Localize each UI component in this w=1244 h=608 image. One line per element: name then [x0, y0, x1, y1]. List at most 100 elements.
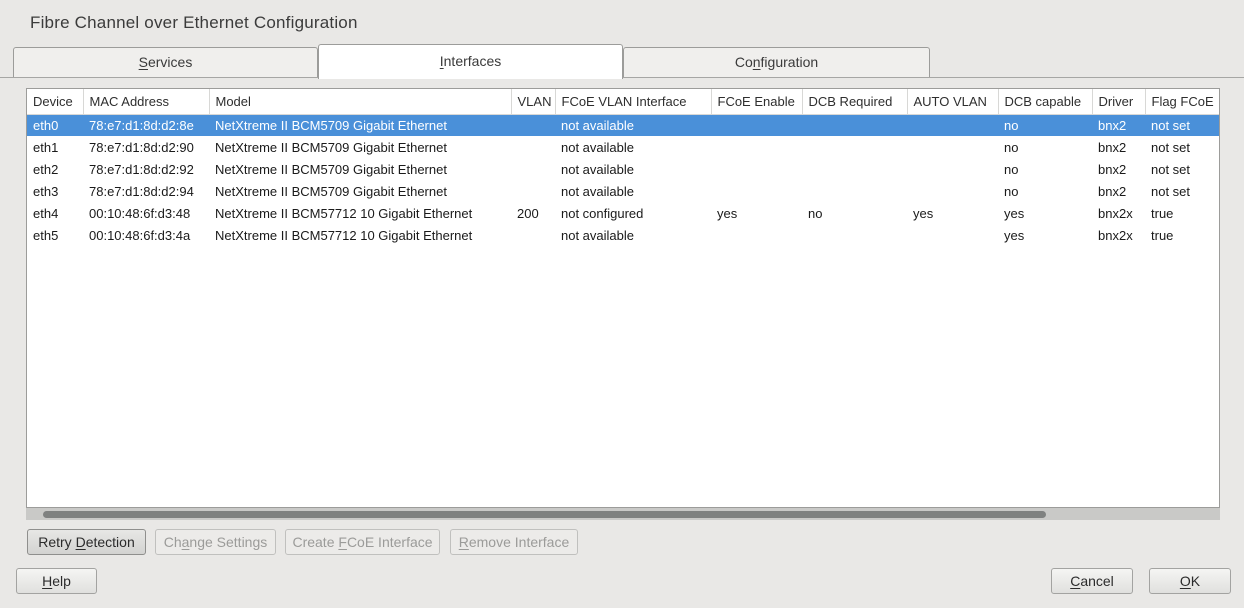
col-device[interactable]: Device	[27, 89, 83, 114]
cell-auto-vlan: yes	[907, 202, 998, 224]
table-row-eth3[interactable]: eth3 78:e7:d1:8d:d2:94 NetXtreme II BCM5…	[27, 180, 1219, 202]
cell-dcb-required: no	[802, 202, 907, 224]
cell-mac: 78:e7:d1:8d:d2:90	[83, 136, 209, 158]
tab-configuration[interactable]: Configuration	[623, 47, 930, 77]
cell-vlan	[511, 180, 555, 202]
retry-detection-label: Retry Detection	[38, 534, 135, 550]
cell-dcb-capable: no	[998, 158, 1092, 180]
cell-mac: 00:10:48:6f:d3:4a	[83, 224, 209, 246]
cell-model: NetXtreme II BCM5709 Gigabit Ethernet	[209, 136, 511, 158]
cell-dcb-capable: yes	[998, 224, 1092, 246]
cell-mac: 78:e7:d1:8d:d2:92	[83, 158, 209, 180]
cell-driver: bnx2	[1092, 114, 1145, 136]
cell-driver: bnx2	[1092, 136, 1145, 158]
cell-model: NetXtreme II BCM57712 10 Gigabit Etherne…	[209, 202, 511, 224]
cell-dcb-capable: yes	[998, 202, 1092, 224]
col-driver[interactable]: Driver	[1092, 89, 1145, 114]
cell-auto-vlan	[907, 136, 998, 158]
cell-vlan: 200	[511, 202, 555, 224]
cancel-label: Cancel	[1070, 573, 1114, 589]
cell-flag-fcoe: not set	[1145, 180, 1219, 202]
cell-model: NetXtreme II BCM5709 Gigabit Ethernet	[209, 180, 511, 202]
cell-device: eth4	[27, 202, 83, 224]
cell-dcb-required	[802, 136, 907, 158]
cell-driver: bnx2x	[1092, 202, 1145, 224]
table-row-eth1[interactable]: eth1 78:e7:d1:8d:d2:90 NetXtreme II BCM5…	[27, 136, 1219, 158]
cell-fcoe-vlan-interface: not available	[555, 158, 711, 180]
cell-model: NetXtreme II BCM5709 Gigabit Ethernet	[209, 158, 511, 180]
cell-dcb-capable: no	[998, 114, 1092, 136]
cell-dcb-required	[802, 224, 907, 246]
table-row-eth5[interactable]: eth5 00:10:48:6f:d3:4a NetXtreme II BCM5…	[27, 224, 1219, 246]
cell-fcoe-enable	[711, 158, 802, 180]
cell-flag-fcoe: not set	[1145, 114, 1219, 136]
cell-driver: bnx2	[1092, 180, 1145, 202]
cell-device: eth5	[27, 224, 83, 246]
cell-vlan	[511, 136, 555, 158]
cell-auto-vlan	[907, 224, 998, 246]
remove-interface-button[interactable]: Remove Interface	[450, 529, 578, 555]
cell-vlan	[511, 114, 555, 136]
retry-detection-button[interactable]: Retry Detection	[27, 529, 146, 555]
cell-vlan	[511, 224, 555, 246]
cell-fcoe-enable	[711, 136, 802, 158]
horizontal-scrollbar-thumb[interactable]	[43, 511, 1046, 518]
create-fcoe-interface-label: Create FCoE Interface	[292, 534, 432, 550]
cell-mac: 78:e7:d1:8d:d2:8e	[83, 114, 209, 136]
cell-dcb-required	[802, 158, 907, 180]
tab-configuration-label: Configuration	[735, 54, 818, 70]
table-row-eth4[interactable]: eth4 00:10:48:6f:d3:48 NetXtreme II BCM5…	[27, 202, 1219, 224]
cell-fcoe-enable	[711, 224, 802, 246]
create-fcoe-interface-button[interactable]: Create FCoE Interface	[285, 529, 440, 555]
cell-dcb-capable: no	[998, 180, 1092, 202]
col-fcoe-enable[interactable]: FCoE Enable	[711, 89, 802, 114]
remove-interface-label: Remove Interface	[459, 534, 570, 550]
page-title: Fibre Channel over Ethernet Configuratio…	[30, 13, 358, 33]
help-button[interactable]: Help	[16, 568, 97, 594]
cell-fcoe-enable	[711, 114, 802, 136]
col-auto-vlan[interactable]: AUTO VLAN	[907, 89, 998, 114]
cell-device: eth0	[27, 114, 83, 136]
cell-device: eth2	[27, 158, 83, 180]
change-settings-label: Change Settings	[164, 534, 268, 550]
cell-mac: 00:10:48:6f:d3:48	[83, 202, 209, 224]
tab-interfaces-label: Interfaces	[440, 53, 501, 69]
cell-vlan	[511, 158, 555, 180]
cell-dcb-capable: no	[998, 136, 1092, 158]
cell-device: eth1	[27, 136, 83, 158]
cell-model: NetXtreme II BCM57712 10 Gigabit Etherne…	[209, 224, 511, 246]
cell-driver: bnx2	[1092, 158, 1145, 180]
cell-fcoe-enable	[711, 180, 802, 202]
tab-services-label: Services	[139, 54, 193, 70]
cell-driver: bnx2x	[1092, 224, 1145, 246]
cell-fcoe-enable: yes	[711, 202, 802, 224]
col-dcb-required[interactable]: DCB Required	[802, 89, 907, 114]
cell-auto-vlan	[907, 180, 998, 202]
col-fcoe-vlan-interface[interactable]: FCoE VLAN Interface	[555, 89, 711, 114]
table-header-row: Device MAC Address Model VLAN FCoE VLAN …	[27, 89, 1219, 114]
cell-fcoe-vlan-interface: not configured	[555, 202, 711, 224]
table-row-eth2[interactable]: eth2 78:e7:d1:8d:d2:92 NetXtreme II BCM5…	[27, 158, 1219, 180]
col-mac-address[interactable]: MAC Address	[83, 89, 209, 114]
tab-services[interactable]: Services	[13, 47, 318, 77]
col-vlan[interactable]: VLAN	[511, 89, 555, 114]
interfaces-table: Device MAC Address Model VLAN FCoE VLAN …	[26, 88, 1220, 507]
ok-button[interactable]: OK	[1149, 568, 1231, 594]
horizontal-scrollbar[interactable]	[26, 507, 1220, 520]
cell-fcoe-vlan-interface: not available	[555, 224, 711, 246]
cell-fcoe-vlan-interface: not available	[555, 114, 711, 136]
tab-interfaces[interactable]: Interfaces	[318, 44, 623, 79]
cell-fcoe-vlan-interface: not available	[555, 180, 711, 202]
col-flag-fcoe[interactable]: Flag FCoE	[1145, 89, 1219, 114]
cell-mac: 78:e7:d1:8d:d2:94	[83, 180, 209, 202]
table-row-eth0[interactable]: eth0 78:e7:d1:8d:d2:8e NetXtreme II BCM5…	[27, 114, 1219, 136]
col-dcb-capable[interactable]: DCB capable	[998, 89, 1092, 114]
cancel-button[interactable]: Cancel	[1051, 568, 1133, 594]
col-model[interactable]: Model	[209, 89, 511, 114]
cell-dcb-required	[802, 180, 907, 202]
cell-flag-fcoe: true	[1145, 224, 1219, 246]
cell-flag-fcoe: true	[1145, 202, 1219, 224]
cell-flag-fcoe: not set	[1145, 158, 1219, 180]
help-label: Help	[42, 573, 71, 589]
change-settings-button[interactable]: Change Settings	[155, 529, 276, 555]
